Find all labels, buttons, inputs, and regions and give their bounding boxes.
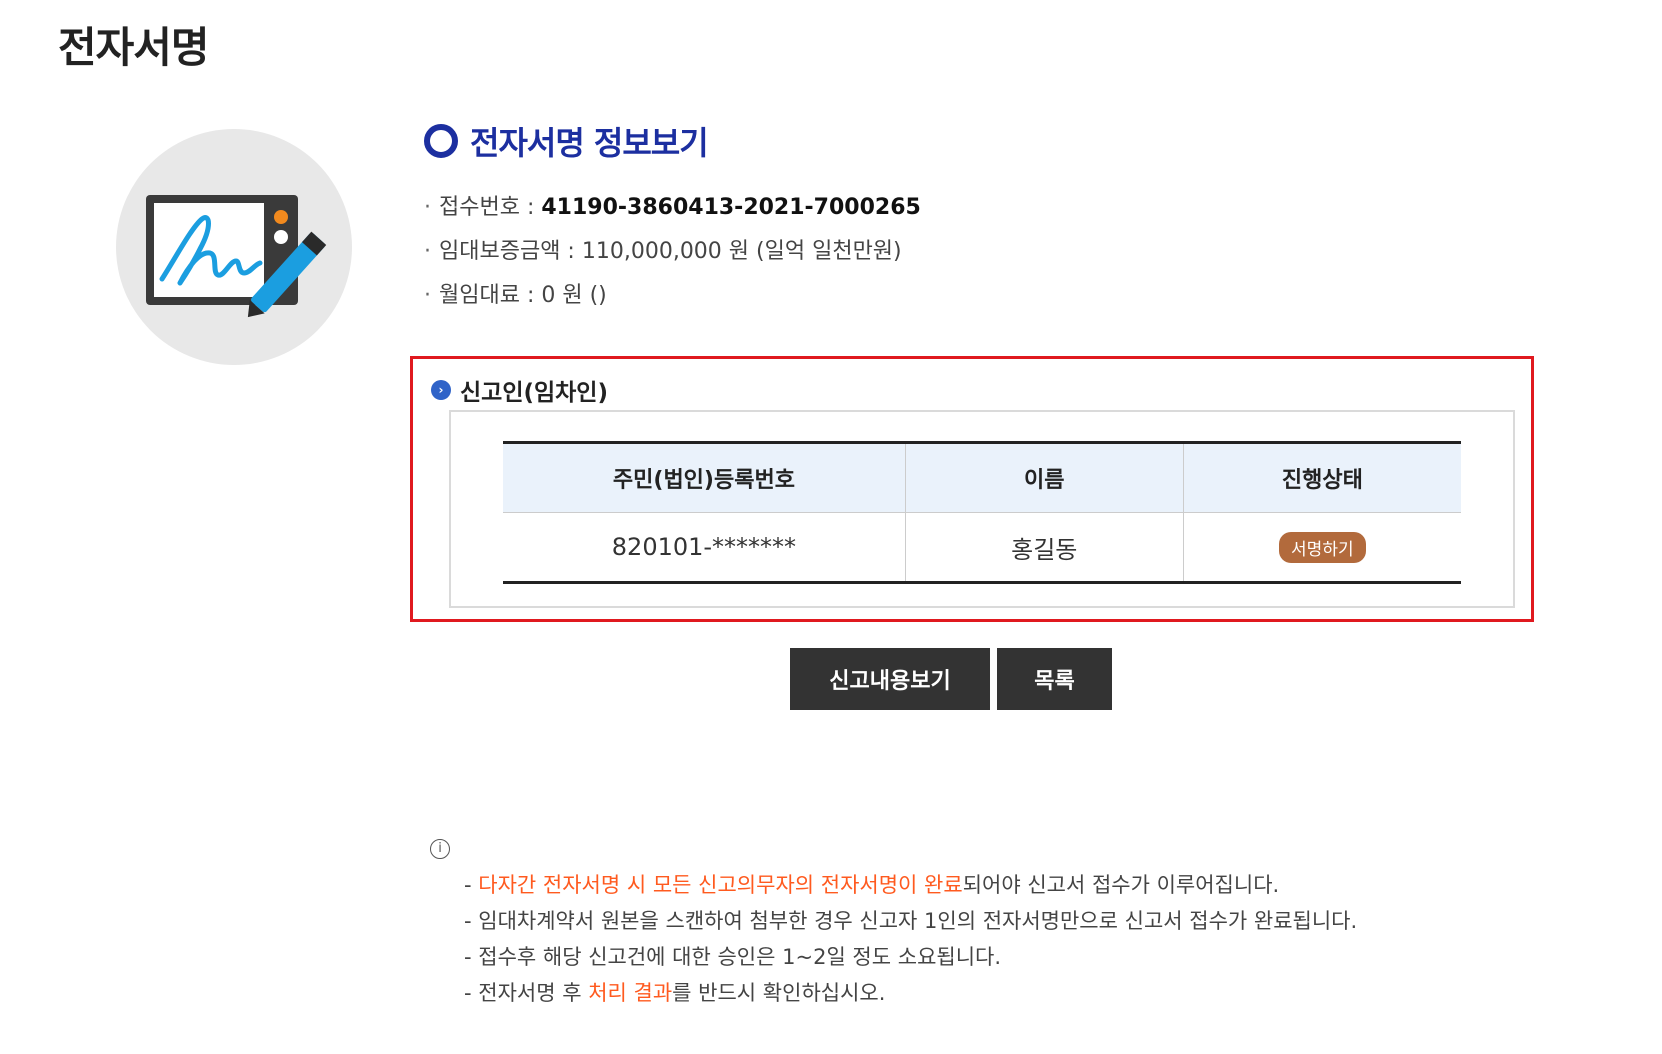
notice-section: i - 다자간 전자서명 시 모든 신고의무자의 전자서명이 완료되어야 신고서… (430, 837, 1357, 1011)
page-title: 전자서명 (58, 23, 210, 72)
ring-icon (424, 124, 458, 158)
notice-line-1-highlight: 다자간 전자서명 시 모든 신고의무자의 전자서명이 완료 (478, 873, 963, 897)
monthly-rent-label: 월임대료 : (439, 283, 542, 308)
notice-line-1: - 다자간 전자서명 시 모든 신고의무자의 전자서명이 완료되어야 신고서 접… (464, 867, 1357, 903)
deposit-line: · 임대보증금액 : 110,000,000 원 (일억 일천만원) (424, 230, 921, 274)
signature-tablet-icon (114, 127, 354, 372)
applicant-section: › 신고인(임차인) 주민(법인)등록번호 이름 진행상태 820101-***… (410, 356, 1534, 622)
notice-line-1-prefix: - (464, 873, 479, 897)
bullet-dot-icon: · (424, 239, 431, 264)
info-title-text: 전자서명 정보보기 (470, 124, 709, 162)
deposit-value: 110,000,000 원 (일억 일천만원) (581, 239, 902, 264)
deposit-label: 임대보증금액 : (439, 239, 582, 264)
bullet-dot-icon: · (424, 195, 431, 220)
id-number-cell: 820101-******* (503, 512, 906, 583)
name-cell: 홍길동 (905, 512, 1184, 583)
notice-line-3: - 접수후 해당 신고건에 대한 승인은 1~2일 정도 소요됩니다. (464, 939, 1357, 975)
table-row: 820101-******* 홍길동 서명하기 (503, 512, 1461, 583)
action-buttons: 신고내용보기 목록 (790, 648, 1112, 710)
signature-info-section: 전자서명 정보보기 · 접수번호 : 41190-3860413-2021-700… (424, 118, 921, 318)
notice-line-2-suffix: 임대차계약서 원본을 스캔하여 첨부한 경우 신고자 1인의 전자서명만으로 신… (478, 909, 1358, 933)
list-button[interactable]: 목록 (997, 648, 1112, 710)
notice-line-2-prefix: - (464, 909, 479, 933)
notice-line-4: - 전자서명 후 처리 결과를 반드시 확인하십시오. (464, 975, 1357, 1011)
receipt-number-line: · 접수번호 : 41190-3860413-2021-7000265 (424, 186, 921, 230)
status-cell: 서명하기 (1183, 513, 1461, 583)
notice-line-3-prefix: - (464, 945, 479, 969)
notice-line-4-suffix: 를 반드시 확인하십시오. (672, 981, 886, 1005)
notice-line-1-suffix: 되어야 신고서 접수가 이루어집니다. (962, 873, 1280, 897)
info-icon: i (430, 839, 450, 859)
info-title: 전자서명 정보보기 (424, 118, 921, 164)
table-header-row: 주민(법인)등록번호 이름 진행상태 (503, 442, 1461, 513)
applicant-table-container: 주민(법인)등록번호 이름 진행상태 820101-******* 홍길동 서명… (449, 410, 1515, 608)
notice-line-4-highlight: 처리 결과 (588, 981, 673, 1005)
bullet-dot-icon: · (424, 283, 431, 308)
monthly-rent-line: · 월임대료 : 0 원 () (424, 274, 921, 318)
column-header-name: 이름 (905, 442, 1184, 513)
receipt-number-label: 접수번호 : (439, 195, 542, 220)
sign-button[interactable]: 서명하기 (1279, 531, 1366, 563)
monthly-rent-value: 0 원 () (541, 283, 607, 308)
view-report-button[interactable]: 신고내용보기 (790, 648, 990, 710)
circle-arrow-icon: › (431, 380, 451, 400)
column-header-id-number: 주민(법인)등록번호 (503, 442, 906, 513)
applicant-title-text: 신고인(임차인) (460, 380, 608, 406)
notice-line-2: - 임대차계약서 원본을 스캔하여 첨부한 경우 신고자 1인의 전자서명만으로… (464, 903, 1357, 939)
notice-line-4-prefix: - 전자서명 후 (464, 981, 589, 1005)
applicant-section-title: › 신고인(임차인) (431, 373, 608, 407)
signers-table: 주민(법인)등록번호 이름 진행상태 820101-******* 홍길동 서명… (503, 441, 1461, 584)
receipt-number-value: 41190-3860413-2021-7000265 (541, 195, 921, 220)
column-header-status: 진행상태 (1183, 442, 1461, 513)
notice-line-3-suffix: 접수후 해당 신고건에 대한 승인은 1~2일 정도 소요됩니다. (478, 945, 1002, 969)
